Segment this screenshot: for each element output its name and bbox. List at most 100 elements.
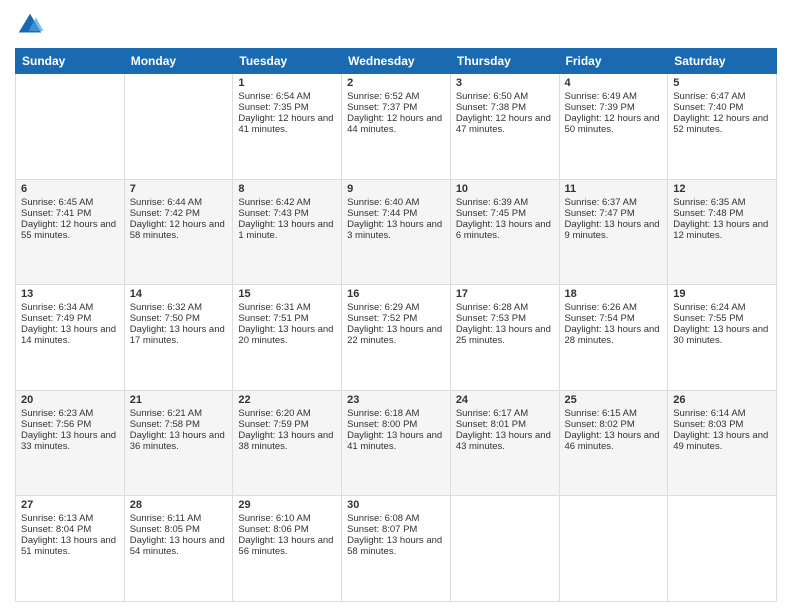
day-info: Sunrise: 6:37 AM [565, 197, 663, 208]
day-info: Sunset: 7:52 PM [347, 313, 445, 324]
day-info: Sunrise: 6:24 AM [673, 302, 771, 313]
day-info: Sunrise: 6:18 AM [347, 408, 445, 419]
day-info: Sunset: 7:35 PM [238, 102, 336, 113]
table-row: 13Sunrise: 6:34 AMSunset: 7:49 PMDayligh… [16, 285, 125, 391]
day-info: Daylight: 13 hours and 17 minutes. [130, 324, 228, 346]
table-row [450, 496, 559, 602]
calendar-week-row: 1Sunrise: 6:54 AMSunset: 7:35 PMDaylight… [16, 74, 777, 180]
day-number: 17 [456, 288, 554, 300]
day-number: 18 [565, 288, 663, 300]
day-info: Sunset: 7:45 PM [456, 208, 554, 219]
day-info: Daylight: 13 hours and 25 minutes. [456, 324, 554, 346]
day-info: Sunset: 7:59 PM [238, 419, 336, 430]
table-row: 7Sunrise: 6:44 AMSunset: 7:42 PMDaylight… [124, 179, 233, 285]
day-number: 25 [565, 394, 663, 406]
logo-icon [15, 10, 45, 40]
day-info: Sunrise: 6:45 AM [21, 197, 119, 208]
day-info: Sunrise: 6:50 AM [456, 91, 554, 102]
table-row: 27Sunrise: 6:13 AMSunset: 8:04 PMDayligh… [16, 496, 125, 602]
table-row: 30Sunrise: 6:08 AMSunset: 8:07 PMDayligh… [342, 496, 451, 602]
day-info: Daylight: 13 hours and 28 minutes. [565, 324, 663, 346]
day-info: Sunrise: 6:10 AM [238, 513, 336, 524]
day-info: Daylight: 13 hours and 46 minutes. [565, 430, 663, 452]
day-number: 9 [347, 183, 445, 195]
day-info: Sunset: 8:07 PM [347, 524, 445, 535]
table-row: 2Sunrise: 6:52 AMSunset: 7:37 PMDaylight… [342, 74, 451, 180]
day-info: Sunrise: 6:14 AM [673, 408, 771, 419]
day-info: Daylight: 13 hours and 54 minutes. [130, 535, 228, 557]
day-number: 10 [456, 183, 554, 195]
day-info: Sunrise: 6:17 AM [456, 408, 554, 419]
table-row: 5Sunrise: 6:47 AMSunset: 7:40 PMDaylight… [668, 74, 777, 180]
day-info: Sunrise: 6:42 AM [238, 197, 336, 208]
day-info: Sunrise: 6:28 AM [456, 302, 554, 313]
day-number: 23 [347, 394, 445, 406]
day-info: Sunrise: 6:35 AM [673, 197, 771, 208]
day-number: 12 [673, 183, 771, 195]
day-info: Sunset: 7:44 PM [347, 208, 445, 219]
logo [15, 10, 49, 40]
table-row: 20 Sunrise: 6:23 AMSunset: 7:56 PMDayligh… [16, 390, 125, 496]
table-row: 11Sunrise: 6:37 AMSunset: 7:47 PMDayligh… [559, 179, 668, 285]
day-info: Sunset: 7:42 PM [130, 208, 228, 219]
day-info: Sunset: 7:54 PM [565, 313, 663, 324]
table-row [559, 496, 668, 602]
day-info: Daylight: 12 hours and 50 minutes. [565, 113, 663, 135]
day-number: 27 [21, 499, 119, 511]
day-number: 1 [238, 77, 336, 89]
table-row: 6Sunrise: 6:45 AMSunset: 7:41 PMDaylight… [16, 179, 125, 285]
day-info: Sunset: 8:04 PM [21, 524, 119, 535]
day-info: Sunset: 7:38 PM [456, 102, 554, 113]
day-info: Sunrise: 6:20 AM [238, 408, 336, 419]
table-row: 8Sunrise: 6:42 AMSunset: 7:43 PMDaylight… [233, 179, 342, 285]
day-info: Sunrise: 6:34 AM [21, 302, 119, 313]
calendar-header-saturday: Saturday [668, 49, 777, 74]
day-info: Sunset: 8:02 PM [565, 419, 663, 430]
day-info: Daylight: 12 hours and 44 minutes. [347, 113, 445, 135]
day-info: Daylight: 13 hours and 22 minutes. [347, 324, 445, 346]
table-row: 23Sunrise: 6:18 AMSunset: 8:00 PMDayligh… [342, 390, 451, 496]
day-info: Daylight: 13 hours and 43 minutes. [456, 430, 554, 452]
day-info: Sunrise: 6:23 AM [21, 408, 119, 419]
day-info: Sunset: 8:05 PM [130, 524, 228, 535]
day-info: Sunrise: 6:54 AM [238, 91, 336, 102]
day-info: Sunset: 7:49 PM [21, 313, 119, 324]
day-info: Sunrise: 6:29 AM [347, 302, 445, 313]
day-number: 2 [347, 77, 445, 89]
day-info: Sunrise: 6:32 AM [130, 302, 228, 313]
day-info: Sunset: 8:00 PM [347, 419, 445, 430]
day-info: Daylight: 13 hours and 30 minutes. [673, 324, 771, 346]
day-info: Sunset: 7:50 PM [130, 313, 228, 324]
day-info: Sunrise: 6:26 AM [565, 302, 663, 313]
table-row: 17Sunrise: 6:28 AMSunset: 7:53 PMDayligh… [450, 285, 559, 391]
day-info: Daylight: 13 hours and 1 minute. [238, 219, 336, 241]
day-info: Daylight: 13 hours and 33 minutes. [21, 430, 119, 452]
calendar-week-row: 20Sunrise: 6:23 AMSunset: 7:56 PMDayligh… [16, 390, 777, 496]
day-info: Sunrise: 6:31 AM [238, 302, 336, 313]
day-info: Sunset: 8:03 PM [673, 419, 771, 430]
day-info: Daylight: 13 hours and 51 minutes. [21, 535, 119, 557]
table-row: 21Sunrise: 6:21 AMSunset: 7:58 PMDayligh… [124, 390, 233, 496]
day-number: 7 [130, 183, 228, 195]
day-info: Sunset: 7:56 PM [21, 419, 119, 430]
day-info: Daylight: 12 hours and 41 minutes. [238, 113, 336, 135]
day-info: Sunrise: 6:52 AM [347, 91, 445, 102]
page: SundayMondayTuesdayWednesdayThursdayFrid… [0, 0, 792, 612]
calendar-week-row: 27Sunrise: 6:13 AMSunset: 8:04 PMDayligh… [16, 496, 777, 602]
day-number: 20 [21, 394, 119, 406]
calendar-table: SundayMondayTuesdayWednesdayThursdayFrid… [15, 48, 777, 602]
table-row: 12Sunrise: 6:35 AMSunset: 7:48 PMDayligh… [668, 179, 777, 285]
day-info: Daylight: 13 hours and 58 minutes. [347, 535, 445, 557]
day-info: Sunrise: 6:21 AM [130, 408, 228, 419]
day-number: 29 [238, 499, 336, 511]
day-info: Sunset: 7:47 PM [565, 208, 663, 219]
day-info: Sunset: 7:48 PM [673, 208, 771, 219]
day-info: Sunset: 7:41 PM [21, 208, 119, 219]
day-info: Daylight: 13 hours and 49 minutes. [673, 430, 771, 452]
day-info: Daylight: 13 hours and 36 minutes. [130, 430, 228, 452]
day-number: 21 [130, 394, 228, 406]
day-info: Sunset: 8:01 PM [456, 419, 554, 430]
day-number: 26 [673, 394, 771, 406]
table-row [668, 496, 777, 602]
day-info: Sunrise: 6:40 AM [347, 197, 445, 208]
